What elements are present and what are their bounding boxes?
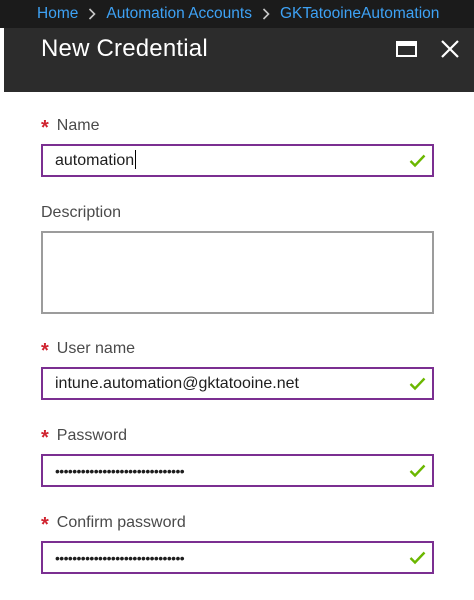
close-icon[interactable] bbox=[437, 38, 463, 60]
chevron-right-icon bbox=[88, 8, 96, 20]
required-asterisk: * bbox=[41, 340, 49, 362]
confirm-password-label-text: Confirm password bbox=[56, 514, 186, 531]
breadcrumb-gktatooine-automation[interactable]: GKTatooineAutomation bbox=[280, 5, 439, 23]
blade-header: New Credential bbox=[4, 28, 474, 92]
confirm-password-input-value: •••••••••••••••••••••••••••••• bbox=[55, 550, 185, 566]
name-label: * Name bbox=[41, 116, 100, 139]
maximize-icon[interactable] bbox=[394, 38, 420, 60]
password-label-text: Password bbox=[56, 427, 128, 444]
text-caret bbox=[135, 150, 137, 170]
confirm-password-input[interactable]: •••••••••••••••••••••••••••••• bbox=[41, 541, 434, 574]
username-input-value: intune.automation@gktatooine.net bbox=[55, 375, 299, 392]
blade-title: New Credential bbox=[41, 35, 208, 62]
description-textarea[interactable] bbox=[41, 231, 434, 314]
password-label: * Password bbox=[41, 426, 128, 449]
breadcrumb: Home Automation Accounts GKTatooineAutom… bbox=[0, 0, 474, 28]
description-label-text: Description bbox=[41, 204, 122, 221]
required-asterisk: * bbox=[41, 514, 49, 536]
confirm-password-label: * Confirm password bbox=[41, 513, 186, 536]
password-input-value: •••••••••••••••••••••••••••••• bbox=[55, 463, 185, 479]
breadcrumb-automation-accounts[interactable]: Automation Accounts bbox=[106, 5, 252, 23]
username-label: * User name bbox=[41, 339, 136, 362]
checkmark-icon bbox=[409, 154, 426, 168]
username-input[interactable]: intune.automation@gktatooine.net bbox=[41, 367, 434, 400]
required-asterisk: * bbox=[41, 427, 49, 449]
required-asterisk: * bbox=[41, 117, 49, 139]
password-input[interactable]: •••••••••••••••••••••••••••••• bbox=[41, 454, 434, 487]
name-input[interactable]: automation bbox=[41, 144, 434, 177]
checkmark-icon bbox=[409, 551, 426, 565]
name-label-text: Name bbox=[56, 117, 100, 134]
name-input-value: automation bbox=[55, 150, 137, 170]
checkmark-icon bbox=[409, 377, 426, 391]
chevron-right-icon bbox=[262, 8, 270, 20]
description-label: Description bbox=[41, 204, 121, 222]
breadcrumb-home[interactable]: Home bbox=[37, 5, 78, 23]
username-label-text: User name bbox=[56, 340, 136, 357]
checkmark-icon bbox=[409, 464, 426, 478]
credential-form: * Name automation Description * User nam… bbox=[0, 92, 474, 600]
